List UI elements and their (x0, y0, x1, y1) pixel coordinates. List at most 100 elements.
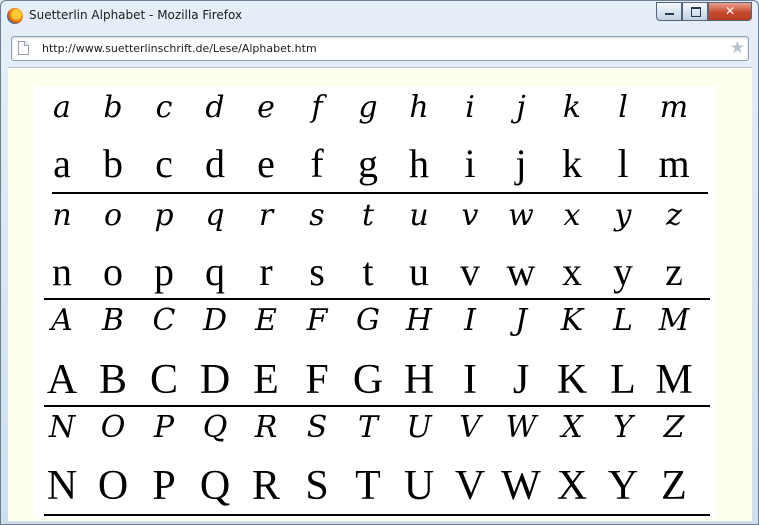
alphabet-row-latin-lower: nopqrstuvwxyz (34, 246, 716, 300)
glyph-latin-lower-g: g (358, 141, 378, 186)
glyph-script-upper-Z: Z (663, 410, 685, 445)
glyph-latin-upper-E: E (253, 357, 279, 403)
glyph-latin-upper-N: N (46, 463, 78, 509)
glyph-script-upper-J: J (514, 303, 528, 338)
glyph-latin-lower-a: a (53, 141, 71, 186)
glyph-script-lower-p: p (154, 198, 174, 233)
glyph-script-upper-E: E (255, 303, 277, 338)
minimize-button[interactable] (656, 2, 682, 21)
url-bar[interactable]: http://www.suetterlinschrift.de/Lese/Alp… (11, 36, 749, 61)
bookmark-star-icon[interactable]: ★ (730, 38, 745, 59)
glyph-script-lower-r: r (258, 198, 274, 233)
browser-window: Suetterlin Alphabet - Mozilla Firefox ✕ … (0, 0, 759, 525)
maximize-button[interactable] (682, 2, 708, 21)
glyph-script-upper-F: F (306, 303, 328, 338)
glyph-latin-lower-z: z (665, 249, 683, 294)
glyph-latin-upper-V: V (454, 463, 486, 509)
glyph-latin-upper-W: W (501, 463, 541, 509)
glyph-latin-upper-P: P (152, 463, 176, 509)
glyph-script-upper-U: U (406, 410, 432, 445)
glyph-script-lower-u: u (409, 198, 429, 233)
glyph-script-upper-L: L (613, 303, 633, 338)
glyph-script-upper-O: O (100, 410, 126, 445)
glyph-latin-lower-t: t (362, 249, 374, 294)
glyph-script-lower-i: i (465, 90, 475, 125)
alphabet-row-latin-lower: abcdefghijklm (34, 138, 716, 190)
glyph-script-lower-y: y (614, 198, 632, 233)
glyph-latin-upper-O: O (97, 463, 129, 509)
glyph-latin-lower-r: r (259, 249, 273, 294)
alphabet-row-latin-upper: ABCDEFGHIJKLM (34, 354, 716, 408)
glyph-script-upper-I: I (464, 303, 476, 338)
glyph-latin-lower-j: j (515, 141, 527, 186)
page-content: abcdefghijklmabcdefghijklmnopqrstuvwxyzn… (8, 67, 752, 521)
glyph-script-lower-o: o (103, 198, 123, 233)
glyph-script-lower-k: k (562, 90, 582, 125)
glyph-script-lower-v: v (461, 198, 479, 233)
glyph-script-upper-G: G (356, 303, 380, 338)
glyph-script-upper-D: D (202, 303, 228, 338)
glyph-latin-lower-q: q (205, 249, 225, 294)
glyph-latin-upper-X: X (556, 463, 588, 509)
glyph-script-upper-B: B (101, 303, 125, 338)
window-title: Suetterlin Alphabet - Mozilla Firefox (29, 8, 243, 22)
glyph-latin-lower-h: h (409, 141, 429, 186)
navigation-bar: http://www.suetterlinschrift.de/Lese/Alp… (1, 31, 758, 67)
glyph-latin-lower-n: n (52, 249, 72, 294)
glyph-script-lower-g: g (358, 90, 378, 125)
alphabet-row-script-upper: ABCDEFGHI JKLM (34, 299, 716, 347)
glyph-latin-lower-m: m (658, 141, 690, 186)
glyph-script-upper-X: X (561, 410, 583, 445)
glyph-latin-upper-G: G (352, 357, 384, 403)
glyph-latin-lower-k: k (562, 141, 582, 186)
glyph-latin-lower-p: p (154, 249, 174, 294)
glyph-script-upper-R: R (254, 410, 278, 445)
alphabet-row-latin-upper: NOPQRSTUVWXYZ (34, 460, 716, 516)
glyph-script-lower-z: z (666, 198, 682, 233)
glyph-latin-lower-u: u (409, 249, 429, 294)
glyph-script-upper-C: C (152, 303, 176, 338)
glyph-latin-upper-R: R (251, 463, 280, 509)
glyph-script-lower-t: t (361, 198, 375, 233)
divider-line (44, 514, 710, 516)
glyph-script-upper-Y: Y (613, 410, 633, 445)
glyph-script-upper-W: W (505, 410, 537, 445)
title-bar[interactable]: Suetterlin Alphabet - Mozilla Firefox ✕ (1, 1, 758, 31)
alphabet-row-script-upper: NOPQRSTUVWXYZ (34, 406, 716, 454)
glyph-latin-upper-H: H (403, 357, 435, 403)
glyph-latin-upper-A: A (46, 357, 78, 403)
close-button[interactable]: ✕ (708, 2, 752, 21)
url-input[interactable]: http://www.suetterlinschrift.de/Lese/Alp… (42, 42, 317, 55)
glyph-latin-lower-f: f (310, 141, 324, 186)
glyph-latin-upper-T: T (355, 463, 381, 509)
close-icon: ✕ (724, 4, 736, 18)
glyph-script-lower-e: e (257, 90, 275, 125)
glyph-latin-lower-x: x (562, 249, 582, 294)
glyph-script-lower-w: w (508, 198, 534, 233)
glyph-script-lower-n: n (52, 198, 72, 233)
glyph-latin-upper-F: F (305, 357, 329, 403)
glyph-script-lower-q: q (205, 198, 225, 233)
glyph-script-upper-Q: Q (202, 410, 228, 445)
minimize-icon (665, 13, 674, 15)
glyph-script-upper-P: P (153, 410, 175, 445)
glyph-latin-lower-s: s (309, 249, 325, 294)
glyph-script-upper-N: N (48, 410, 76, 445)
glyph-latin-lower-d: d (205, 141, 225, 186)
suetterlin-alphabet-chart: abcdefghijklmabcdefghijklmnopqrstuvwxyzn… (34, 86, 716, 518)
glyph-latin-lower-o: o (103, 249, 123, 294)
glyph-latin-upper-D: D (199, 357, 231, 403)
glyph-script-lower-m: m (659, 90, 689, 125)
glyph-latin-lower-b: b (103, 141, 123, 186)
glyph-script-lower-s: s (309, 198, 325, 233)
glyph-latin-upper-Z: Z (661, 463, 687, 509)
glyph-latin-lower-y: y (613, 249, 633, 294)
glyph-script-lower-l: l (618, 90, 628, 125)
glyph-script-lower-d: d (205, 90, 225, 125)
glyph-latin-upper-L: L (610, 357, 636, 403)
glyph-script-upper-K: K (560, 303, 584, 338)
glyph-latin-upper-Y: Y (607, 463, 639, 509)
glyph-latin-lower-c: c (155, 141, 173, 186)
glyph-latin-upper-M: M (655, 357, 693, 403)
glyph-latin-lower-e: e (257, 141, 275, 186)
